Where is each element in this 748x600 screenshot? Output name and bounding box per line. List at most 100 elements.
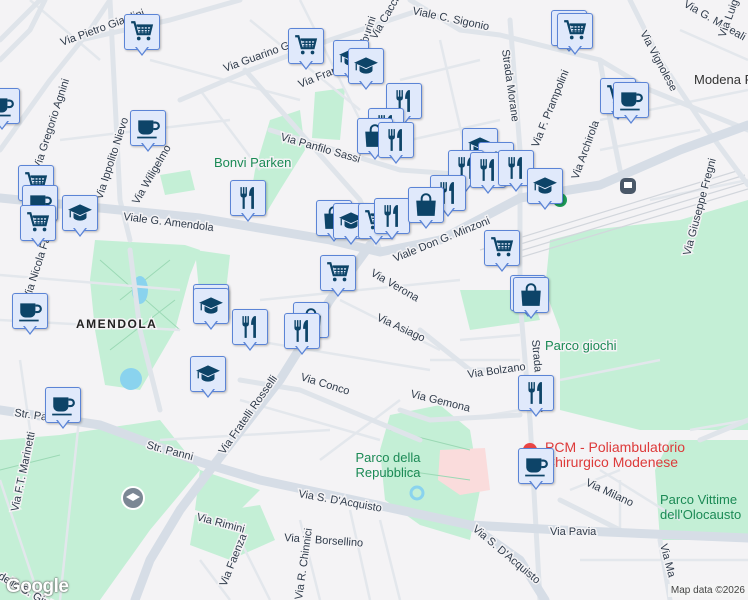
label-via-dacquisto: Via S. D'Acquisto xyxy=(297,488,382,514)
marker-pointer xyxy=(529,480,543,490)
coffee-cup-icon xyxy=(45,387,81,423)
marker-pointer xyxy=(201,388,215,398)
marker-pointer xyxy=(243,341,257,351)
marker-pointer xyxy=(56,419,70,429)
map-marker-grad[interactable] xyxy=(348,48,384,92)
fork-knife-icon xyxy=(232,309,268,345)
label-via-rosselli: Via Fratelli Rosselli xyxy=(217,373,280,456)
coffee-cup-icon xyxy=(130,110,166,146)
shopping-cart-icon xyxy=(484,230,520,266)
map-marker-cup[interactable] xyxy=(12,293,48,337)
google-logo: Google xyxy=(6,576,69,597)
map-marker-grad[interactable] xyxy=(527,168,563,212)
label-via-ippolito: Via Ippolito Nievo xyxy=(93,116,131,201)
marker-pointer xyxy=(524,309,538,319)
marker-pointer xyxy=(359,80,373,90)
label-pcm-poliambulatorio[interactable]: PCM - Poliambulatorio Chirurgico Modenes… xyxy=(545,440,705,470)
fork-knife-icon xyxy=(378,122,414,158)
map-marker-grad[interactable] xyxy=(193,288,229,332)
map-marker-cart[interactable] xyxy=(124,14,160,58)
marker-pointer xyxy=(204,320,218,330)
map-marker-cup[interactable] xyxy=(518,448,554,492)
label-bonvi-parken: Bonvi Parken xyxy=(214,155,291,170)
map-marker-food[interactable] xyxy=(284,313,320,357)
label-via-milano: Via Milano xyxy=(584,477,635,510)
map-marker-cart[interactable] xyxy=(320,255,356,299)
marker-pointer xyxy=(509,182,523,192)
label-parco-repubblica: Parco della Repubblica xyxy=(355,450,421,480)
marker-pointer xyxy=(495,262,509,272)
marker-pointer xyxy=(135,46,149,56)
marker-pointer xyxy=(624,114,638,124)
map-marker-food[interactable] xyxy=(232,309,268,353)
label-parco-vittime: Parco Vittime dell'Olocausto xyxy=(660,492,742,522)
shopping-bag-icon xyxy=(513,277,549,313)
marker-pointer xyxy=(241,212,255,222)
marker-pointer xyxy=(481,184,495,194)
marker-pointer xyxy=(529,407,543,417)
label-via-archirola: Via Archirola xyxy=(570,118,603,181)
map-marker-cart[interactable] xyxy=(557,13,593,57)
coffee-cup-icon xyxy=(518,448,554,484)
label-via-borsellino: Via P. Borsellino xyxy=(284,532,364,549)
graduation-cap-icon xyxy=(190,356,226,392)
fork-knife-icon xyxy=(518,375,554,411)
map-attribution[interactable]: Map data ©2026 xyxy=(667,584,748,597)
shopping-cart-icon xyxy=(20,205,56,241)
marker-pointer xyxy=(31,237,45,247)
marker-pointer xyxy=(331,287,345,297)
map-marker-food[interactable] xyxy=(518,375,554,419)
label-amendola-district: AMENDOLA xyxy=(76,317,157,331)
graduation-cap-icon xyxy=(62,195,98,231)
map-marker-food[interactable] xyxy=(230,180,266,224)
fork-knife-icon xyxy=(230,180,266,216)
coffee-cup-icon xyxy=(0,88,20,124)
shopping-bag-icon xyxy=(408,187,444,223)
lake xyxy=(120,368,142,390)
university-poi-icon[interactable] xyxy=(121,486,145,510)
shopping-cart-icon xyxy=(320,255,356,291)
marker-pointer xyxy=(0,120,9,130)
fork-knife-icon xyxy=(374,198,410,234)
marker-pointer xyxy=(538,200,552,210)
map-marker-bag[interactable] xyxy=(513,277,549,321)
map-marker-cup[interactable] xyxy=(0,88,20,132)
map-marker-cart[interactable] xyxy=(20,205,56,249)
coffee-cup-icon xyxy=(613,82,649,118)
map-marker-cart[interactable] xyxy=(484,230,520,274)
label-via-prampolini: Via F. Prampolini xyxy=(530,68,572,149)
map-marker-cart[interactable] xyxy=(288,28,324,72)
coffee-cup-icon xyxy=(12,293,48,329)
map-marker-grad[interactable] xyxy=(62,195,98,239)
label-via-pavia: Via Pavia xyxy=(550,526,597,538)
map-marker-food[interactable] xyxy=(374,198,410,242)
marker-pointer xyxy=(344,235,358,245)
label-via-verona: Via Verona xyxy=(369,267,422,305)
label-modena: Modena P xyxy=(694,72,748,87)
marker-pointer xyxy=(295,345,309,355)
marker-pointer xyxy=(299,60,313,70)
train-station-icon[interactable] xyxy=(620,178,636,194)
marker-pointer xyxy=(419,219,433,229)
label-via-agnini: Via Gregorio Agnini xyxy=(31,77,72,171)
marker-pointer xyxy=(73,227,87,237)
marker-pointer xyxy=(389,154,403,164)
marker-pointer xyxy=(568,45,582,55)
map-marker-cup[interactable] xyxy=(45,387,81,431)
map-marker-grad[interactable] xyxy=(190,356,226,400)
shopping-cart-icon xyxy=(288,28,324,64)
map-marker-cup[interactable] xyxy=(613,82,649,126)
graduation-cap-icon xyxy=(527,168,563,204)
shopping-cart-icon xyxy=(557,13,593,49)
marker-pointer xyxy=(23,325,37,335)
marker-pointer xyxy=(141,142,155,152)
graduation-cap-icon xyxy=(193,288,229,324)
marker-pointer xyxy=(385,230,399,240)
shopping-cart-icon xyxy=(124,14,160,50)
map-marker-cup[interactable] xyxy=(130,110,166,154)
label-parco-giochi: Parco giochi xyxy=(545,338,617,353)
map-marker-food[interactable] xyxy=(378,122,414,166)
map-marker-bag[interactable] xyxy=(408,187,444,231)
fork-knife-icon xyxy=(284,313,320,349)
graduation-cap-icon xyxy=(348,48,384,84)
